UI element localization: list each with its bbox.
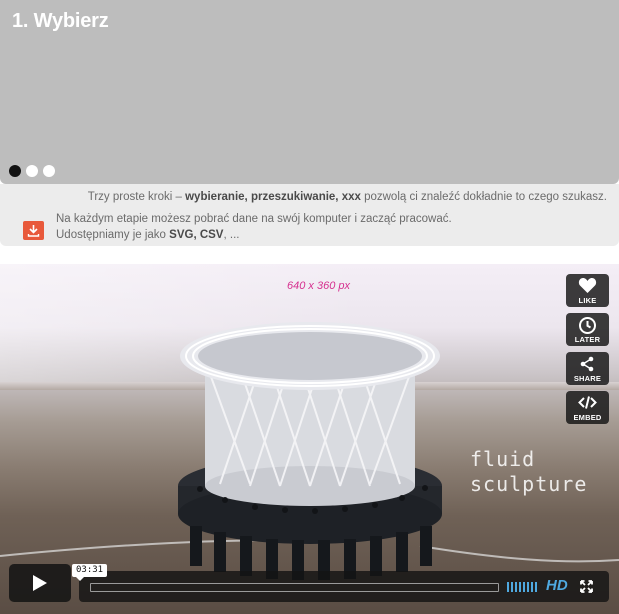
download-icon — [27, 225, 40, 237]
heart-icon — [578, 278, 597, 293]
formats-suffix: , ... — [223, 229, 240, 241]
steps-suffix: pozwolą ci znaleźć dokładnie to czego sz… — [360, 191, 607, 203]
watch-later-button[interactable]: LATER — [566, 313, 609, 346]
steps-prefix: Trzy proste kroki – — [87, 191, 186, 203]
video-watermark: fluid sculpture — [470, 447, 587, 497]
steps-description: Trzy proste kroki – wybieranie, przeszuk… — [88, 191, 607, 203]
like-button[interactable]: LIKE — [566, 274, 609, 307]
fullscreen-icon[interactable] — [580, 580, 593, 593]
formats-prefix: Udostępniamy je jako — [56, 229, 170, 241]
share-icon — [580, 356, 594, 372]
carousel-dot-3[interactable] — [43, 165, 55, 177]
formats-list: SVG, CSV — [169, 229, 224, 241]
formats-description: Udostępniamy je jako SVG, CSV, ... — [56, 229, 239, 241]
progress-bar[interactable] — [90, 583, 499, 592]
embed-button[interactable]: EMBED — [566, 391, 609, 424]
steps-highlight: wybieranie, przeszukiwanie, xxx — [185, 191, 361, 203]
current-time: 03:31 — [72, 564, 108, 581]
download-description: Na każdym etapie możesz pobrać dane na s… — [56, 213, 452, 225]
carousel-title: 1. Wybierz — [12, 10, 109, 32]
download-button[interactable] — [23, 221, 44, 240]
video-player[interactable]: 640 x 360 px fluid sculpture LIKE LATER … — [0, 264, 619, 614]
info-panel: Trzy proste kroki – wybieranie, przeszuk… — [0, 184, 619, 246]
later-label: LATER — [574, 335, 601, 344]
video-frame-sculpture — [0, 322, 619, 580]
embed-label: EMBED — [573, 413, 602, 422]
play-button[interactable] — [9, 564, 71, 602]
code-icon — [578, 396, 597, 409]
play-icon — [33, 575, 47, 591]
hd-toggle[interactable]: HD — [546, 577, 568, 594]
share-button[interactable]: SHARE — [566, 352, 609, 385]
watermark-line-2: sculpture — [470, 472, 588, 496]
carousel-dot-1[interactable] — [9, 165, 21, 177]
share-label: SHARE — [573, 374, 602, 383]
carousel-pagination — [9, 165, 55, 177]
watermark-line-1: fluid — [470, 447, 536, 471]
resolution-label: 640 x 360 px — [287, 280, 350, 292]
clock-icon — [579, 317, 596, 334]
carousel-dot-2[interactable] — [26, 165, 38, 177]
video-controls-bar: HD — [79, 571, 609, 602]
video-side-actions: LIKE LATER SHARE EMBED — [566, 274, 609, 424]
feature-carousel: 1. Wybierz — [0, 0, 619, 184]
volume-icon[interactable] — [507, 581, 539, 593]
like-label: LIKE — [578, 296, 597, 305]
